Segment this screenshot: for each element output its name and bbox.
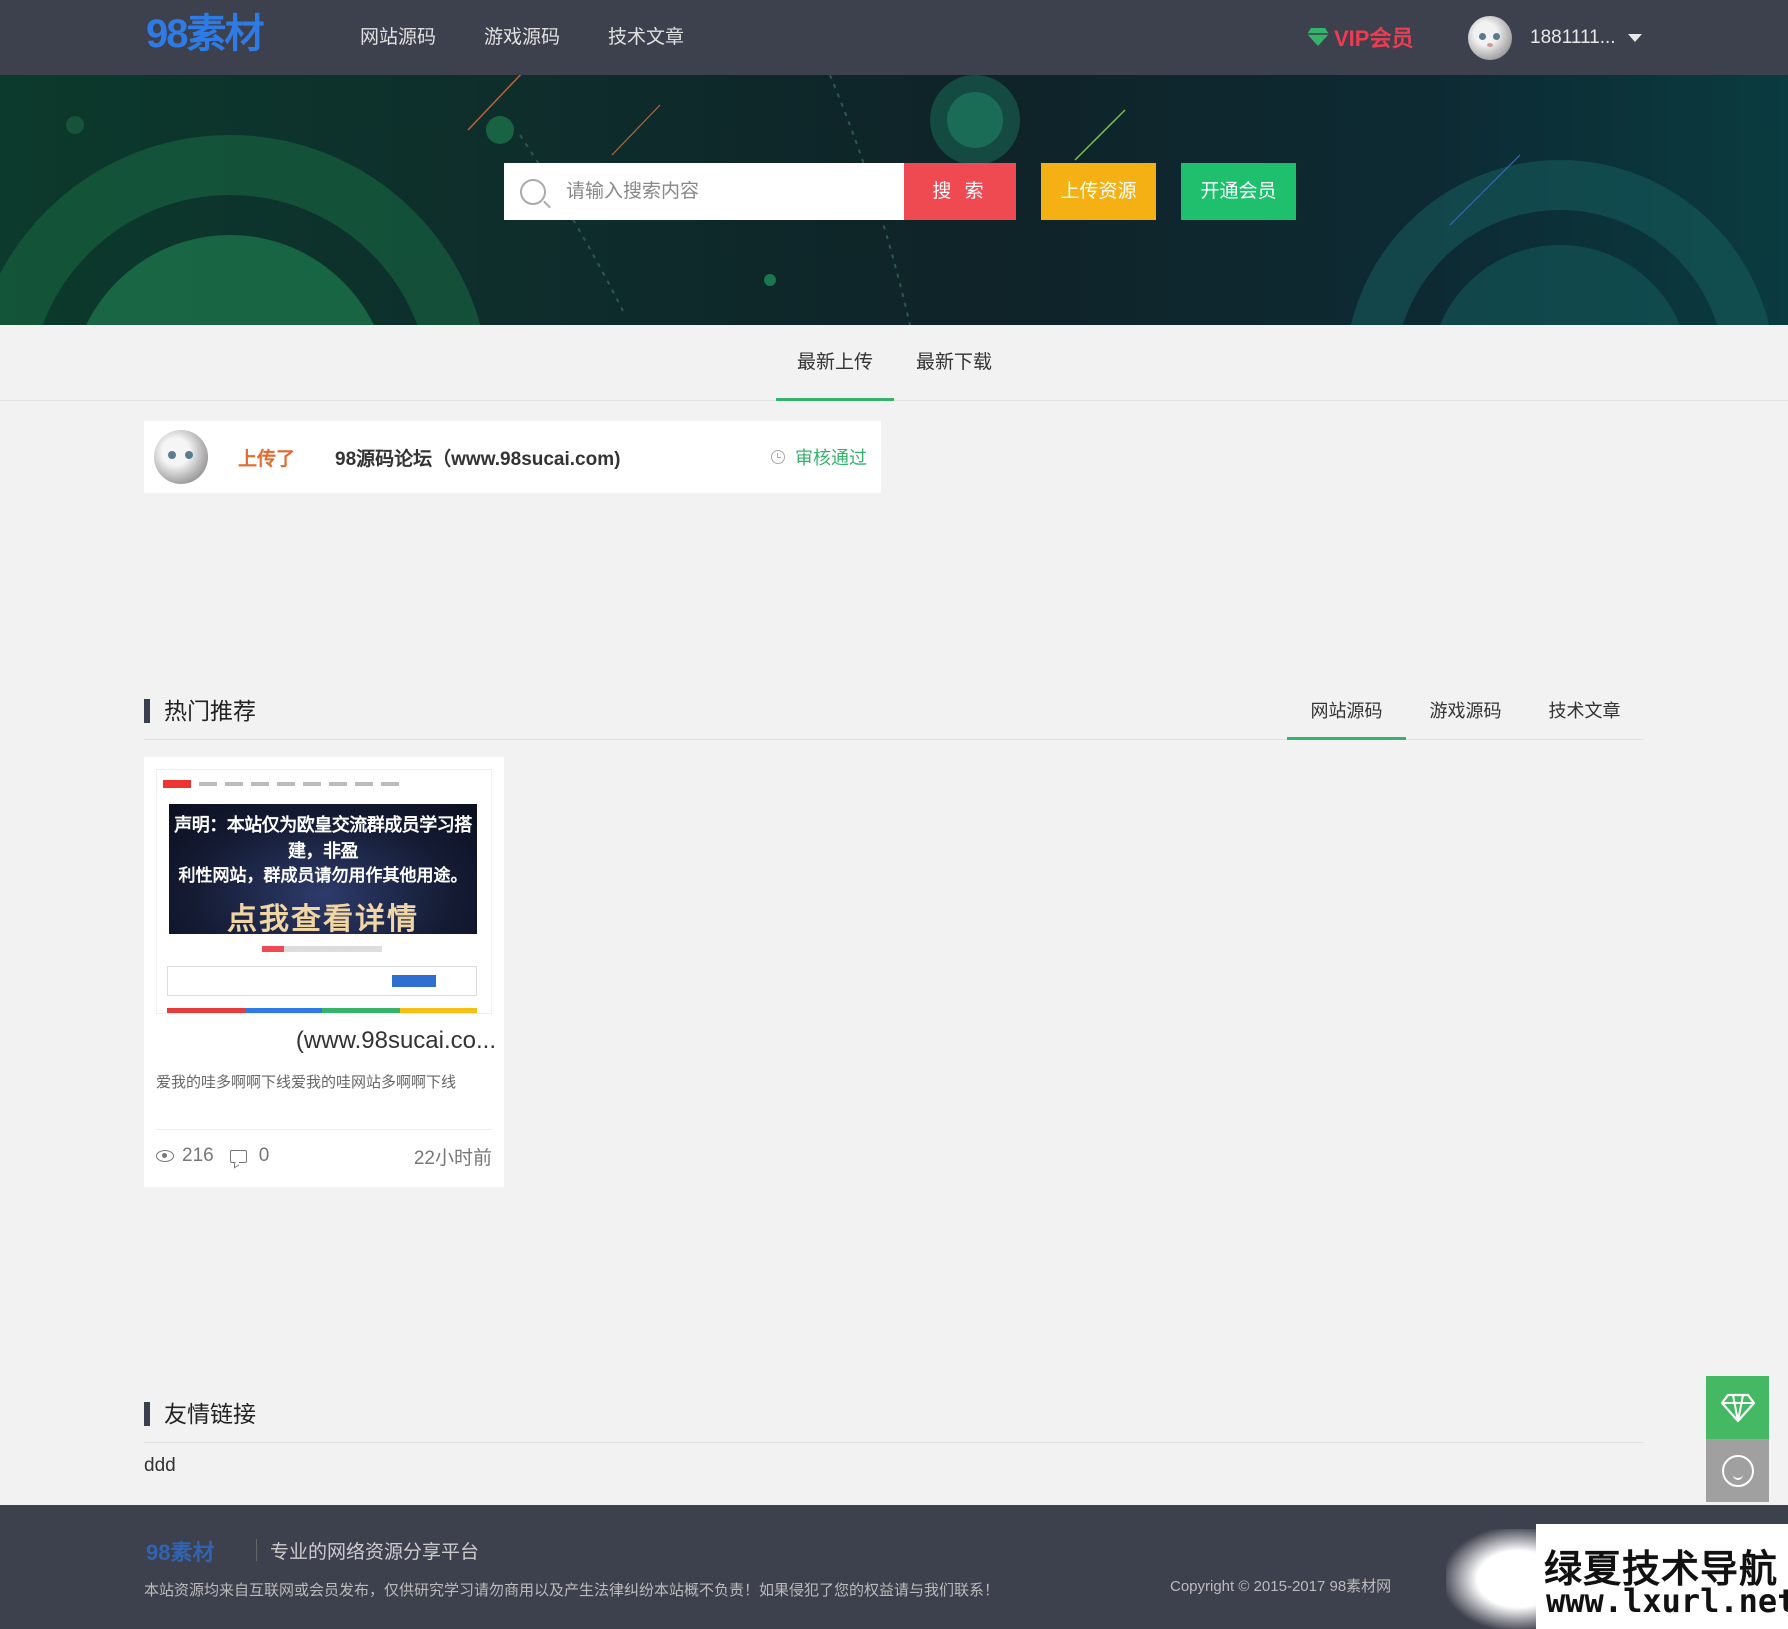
search-icon: [520, 178, 546, 205]
site-logo[interactable]: 98素材: [146, 12, 266, 62]
resource-title-link[interactable]: (www.98sucai.co...: [156, 1027, 496, 1055]
thumb-color-bars: [167, 1008, 477, 1013]
footer-notice: 本站资源均来自互联网或会员发布，仅供研究学习请勿商用以及产生法律纠纷本站概不负责…: [144, 1582, 1000, 1599]
nav-item-website-source[interactable]: 网站源码: [360, 0, 436, 75]
friend-links-header: 友情链接: [144, 1385, 1644, 1443]
watermark-line2: www.lxurl.net: [1546, 1582, 1788, 1620]
chat-icon: [1721, 1454, 1754, 1487]
thumb-nav-bar: [163, 778, 463, 790]
user-avatar: [1468, 16, 1512, 60]
review-status: 审核通过: [771, 421, 867, 493]
nav-item-tech-articles[interactable]: 技术文章: [608, 0, 684, 75]
resource-thumbnail[interactable]: 声明：本站仅为欧皇交流群成员学习搭建，非盈 利性网站，群成员请勿用作其他用途。 …: [156, 769, 492, 1014]
footer-slogan: 专业的网络资源分享平台: [270, 1542, 480, 1563]
diamond-icon: [1720, 1393, 1755, 1422]
comment-icon: [229, 1149, 247, 1163]
comment-count: 0: [258, 1145, 270, 1166]
user-menu[interactable]: 1881111...: [1468, 16, 1642, 60]
hot-section-title: 热门推荐: [144, 682, 256, 740]
hot-tab-website-source[interactable]: 网站源码: [1287, 682, 1406, 740]
tab-latest-download[interactable]: 最新下载: [904, 325, 1004, 401]
user-name: 1881111...: [1530, 27, 1616, 48]
hot-tabs: 网站源码 游戏源码 技术文章: [1287, 682, 1644, 740]
resource-card: 声明：本站仅为欧皇交流群成员学习搭建，非盈 利性网站，群成员请勿用作其他用途。 …: [144, 757, 504, 1187]
search-box: [504, 163, 904, 220]
thumb-text-line2: 利性网站，群成员请勿用作其他用途。: [178, 866, 468, 885]
resource-description: 爱我的哇多啊啊下线爱我的哇网站多啊啊下线: [156, 1074, 457, 1091]
chevron-down-icon: [1627, 34, 1642, 42]
thumb-tags: [262, 946, 382, 952]
float-vip-button[interactable]: [1706, 1376, 1769, 1439]
nav-item-game-source[interactable]: 游戏源码: [484, 0, 560, 75]
post-time: 22小时前: [413, 1147, 492, 1169]
latest-tabs: 最新上传 最新下载: [0, 325, 1788, 401]
eye-icon: [156, 1150, 174, 1162]
uploader-avatar: [154, 430, 208, 484]
hero-banner: 搜 索 上传资源 开通会员: [0, 75, 1788, 325]
hot-tab-game-source[interactable]: 游戏源码: [1406, 682, 1525, 740]
footer-divider: [256, 1539, 257, 1561]
thumb-banner: 声明：本站仅为欧皇交流群成员学习搭建，非盈 利性网站，群成员请勿用作其他用途。 …: [169, 804, 477, 936]
thumb-search-bar: [167, 966, 477, 996]
footer-logo: 98素材: [146, 1540, 215, 1565]
view-count: 216: [182, 1145, 214, 1166]
clock-icon: [771, 450, 785, 464]
vip-link[interactable]: VIP会员: [1306, 22, 1413, 52]
diamond-icon: [1307, 28, 1329, 46]
card-divider: [156, 1129, 492, 1130]
friend-links-title: 友情链接: [144, 1385, 256, 1443]
search-button[interactable]: 搜 索: [904, 163, 1016, 220]
logo-text: 98素材: [146, 12, 265, 56]
watermark-blur: [1446, 1529, 1536, 1629]
top-header: 98素材 网站源码 游戏源码 技术文章 VIP会员 1881111...: [0, 0, 1788, 75]
review-status-label: 审核通过: [795, 448, 867, 468]
resource-meta: 216 0 22小时前: [156, 1141, 492, 1171]
upload-action-label: 上传了: [238, 448, 296, 470]
watermark: 绿夏技术导航 www.lxurl.net: [1446, 1524, 1788, 1629]
latest-upload-item[interactable]: 上传了 98源码论坛（www.98sucai.com) 审核通过: [144, 421, 881, 493]
upload-resource-button[interactable]: 上传资源: [1041, 163, 1156, 220]
upload-title-link[interactable]: 98源码论坛（www.98sucai.com): [335, 444, 620, 471]
main-nav: 网站源码 游戏源码 技术文章: [360, 0, 732, 75]
footer-copyright: Copyright © 2015-2017 98素材网: [1170, 1578, 1392, 1595]
search-input[interactable]: [566, 180, 886, 203]
open-membership-button[interactable]: 开通会员: [1181, 163, 1296, 220]
friend-link-item[interactable]: ddd: [144, 1455, 176, 1477]
hot-section-header: 热门推荐 网站源码 游戏源码 技术文章: [144, 682, 1644, 740]
float-chat-button[interactable]: [1706, 1439, 1769, 1502]
thumb-cta-text: 点我查看详情: [227, 903, 419, 936]
thumb-text-line1: 声明：本站仅为欧皇交流群成员学习搭建，非盈: [174, 815, 472, 861]
hot-tab-tech-articles[interactable]: 技术文章: [1525, 682, 1644, 740]
vip-label: VIP会员: [1334, 26, 1414, 51]
tab-latest-upload[interactable]: 最新上传: [776, 325, 894, 401]
